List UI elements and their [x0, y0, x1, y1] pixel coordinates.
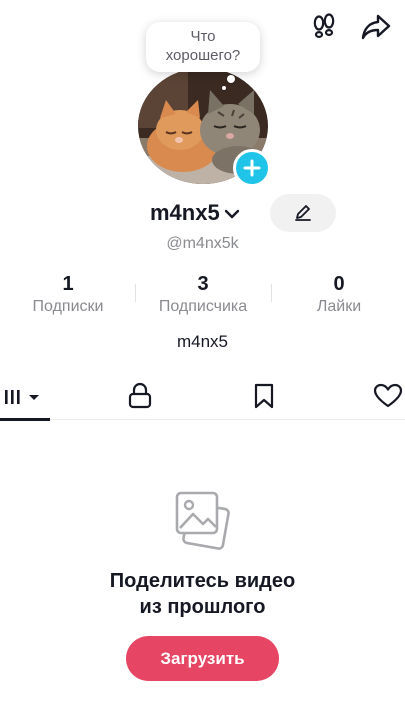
- profile-bio: m4nx5: [176, 332, 229, 351]
- user-handle: @m4nx5k: [166, 235, 239, 252]
- empty-state-line1: Поделитесь видео: [109, 570, 296, 592]
- edit-profile-button[interactable]: [270, 194, 336, 232]
- status-bubble-line2: хорошего?: [165, 47, 241, 64]
- grid-icon: [5, 390, 39, 404]
- footprints-icon[interactable]: [309, 12, 339, 42]
- bubble-tail-dot-small: [222, 86, 226, 90]
- username: m4nx5: [150, 200, 220, 225]
- tab-private[interactable]: [110, 372, 170, 420]
- share-icon[interactable]: [361, 12, 391, 42]
- stat-following[interactable]: 1 Подписки: [0, 272, 136, 316]
- lock-icon: [128, 382, 152, 409]
- tab-liked[interactable]: [358, 372, 405, 420]
- pencil-icon: [295, 205, 311, 221]
- stat-followers[interactable]: 3 Подписчика: [135, 272, 271, 316]
- profile-stats: 1 Подписки 3 Подписчика 0 Лайки: [0, 272, 405, 322]
- header-actions: [309, 12, 391, 42]
- upload-button[interactable]: Загрузить: [126, 636, 279, 681]
- stat-likes-value: 0: [333, 273, 345, 295]
- chevron-down-icon: [224, 209, 239, 219]
- content-tabs: [0, 372, 405, 421]
- stat-followers-label: Подписчика: [158, 298, 248, 315]
- stat-likes-label: Лайки: [316, 298, 362, 315]
- stat-following-label: Подписки: [32, 298, 104, 315]
- add-story-button[interactable]: [233, 149, 271, 187]
- status-bubble[interactable]: Что хорошего?: [146, 22, 260, 72]
- empty-state-line2: из прошлого: [139, 596, 266, 618]
- status-bubble-line1: Что: [190, 28, 216, 45]
- heart-icon: [373, 383, 403, 408]
- stat-followers-value: 3: [197, 273, 209, 295]
- tab-videos[interactable]: [0, 372, 50, 421]
- active-tab-indicator: [0, 418, 50, 421]
- stat-likes[interactable]: 0 Лайки: [271, 272, 405, 316]
- bookmark-icon: [254, 383, 274, 409]
- username-switcher[interactable]: m4nx5: [150, 200, 241, 226]
- empty-state-message: Поделитесь видео из прошлого: [0, 568, 405, 620]
- stat-following-value: 1: [62, 273, 74, 295]
- profile-avatar-container: [138, 68, 271, 187]
- photos-placeholder-icon: [174, 490, 232, 555]
- plus-icon: [243, 159, 261, 177]
- tab-saved[interactable]: [234, 372, 294, 420]
- bubble-tail-dot: [227, 75, 235, 83]
